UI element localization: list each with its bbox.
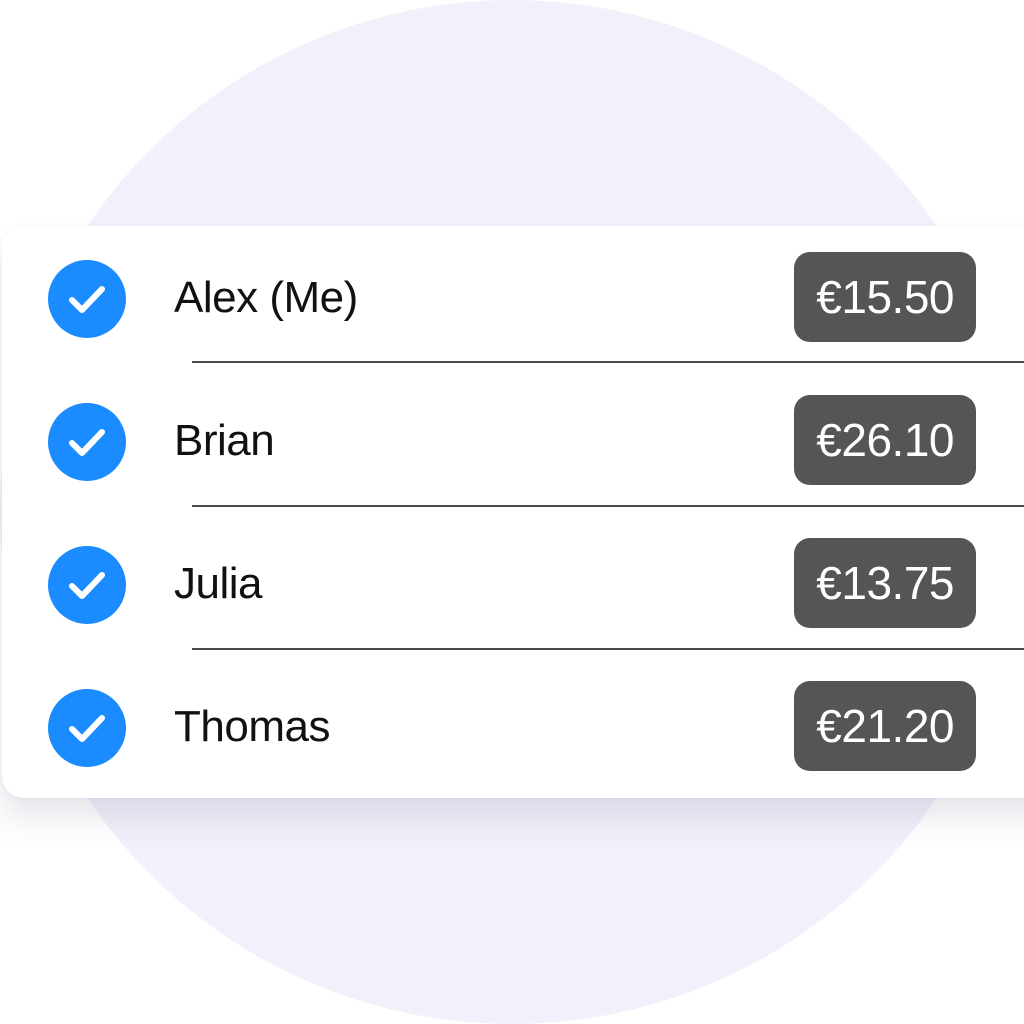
amount-badge: €13.75 (794, 538, 976, 628)
checkmark-circle-icon[interactable] (48, 689, 126, 767)
checkmark-circle-icon[interactable] (48, 403, 126, 481)
participant-row-alex[interactable]: Alex (Me) €15.50 (2, 226, 1024, 369)
participant-row-brian[interactable]: Brian €26.10 (2, 369, 1024, 512)
row-divider (192, 648, 1024, 650)
participant-row-thomas[interactable]: Thomas €21.20 (2, 655, 1024, 798)
participant-name: Alex (Me) (174, 273, 358, 322)
row-divider (192, 361, 1024, 363)
amount-badge: €26.10 (794, 395, 976, 485)
participant-name: Julia (174, 559, 263, 608)
checkmark-circle-icon[interactable] (48, 546, 126, 624)
amount-badge: €15.50 (794, 252, 976, 342)
participant-list-card: Alex (Me) €15.50 Brian €26.10 Julia €13.… (2, 226, 1024, 798)
row-divider (192, 505, 1024, 507)
amount-badge: €21.20 (794, 681, 976, 771)
participant-row-julia[interactable]: Julia €13.75 (2, 512, 1024, 655)
checkmark-circle-icon[interactable] (48, 260, 126, 338)
illustration-stage: Alex (Me) €15.50 Brian €26.10 Julia €13.… (0, 0, 1024, 1024)
participant-name: Brian (174, 416, 275, 465)
participant-name: Thomas (174, 702, 330, 751)
